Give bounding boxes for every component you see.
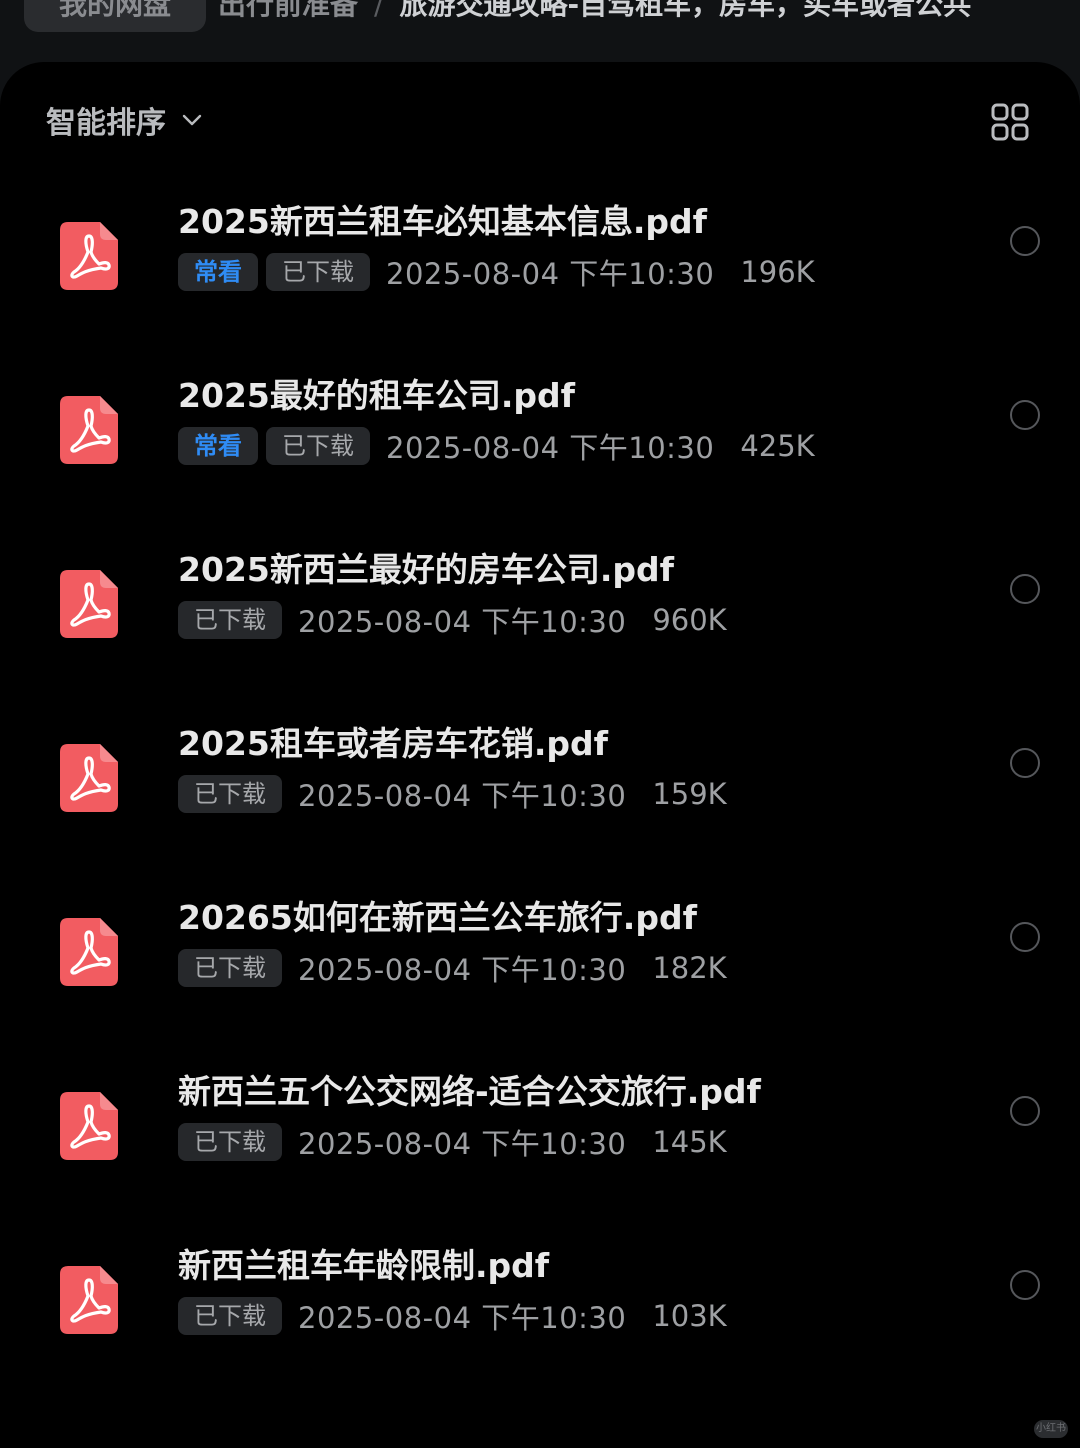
file-row[interactable]: 2025新西兰租车必知基本信息.pdf 常看 已下载 2025-08-04 下午… xyxy=(0,188,1080,362)
watermark: 小红书 xyxy=(1034,1420,1068,1438)
file-row[interactable]: 新西兰租车年龄限制.pdf 已下载 2025-08-04 下午10:30 103… xyxy=(0,1232,1080,1406)
pdf-icon xyxy=(60,1092,118,1160)
breadcrumb-root[interactable]: 我的网盘 xyxy=(24,0,206,32)
file-name: 20265如何在新西兰公车旅行.pdf xyxy=(178,898,697,937)
file-size: 425K xyxy=(740,429,815,463)
downloaded-tag: 已下载 xyxy=(178,775,282,813)
file-size: 182K xyxy=(652,951,727,985)
file-date: 2025-08-04 下午10:30 xyxy=(298,605,627,639)
pdf-icon xyxy=(60,396,118,464)
radio-circle-icon[interactable] xyxy=(1010,574,1040,604)
file-name: 2025新西兰最好的房车公司.pdf xyxy=(178,550,674,589)
downloaded-tag: 已下载 xyxy=(178,1297,282,1335)
downloaded-tag: 已下载 xyxy=(178,601,282,639)
file-meta: 常看 已下载 2025-08-04 下午10:30 196K xyxy=(178,252,815,292)
radio-circle-icon[interactable] xyxy=(1010,748,1040,778)
file-size: 196K xyxy=(740,255,815,289)
file-row[interactable]: 20265如何在新西兰公车旅行.pdf 已下载 2025-08-04 下午10:… xyxy=(0,884,1080,1058)
file-date: 2025-08-04 下午10:30 xyxy=(298,953,627,987)
file-date: 2025-08-04 下午10:30 xyxy=(386,257,715,291)
frequent-tag: 常看 xyxy=(178,253,258,291)
breadcrumb-middle[interactable]: 出行前准备 xyxy=(218,0,358,21)
file-meta: 已下载 2025-08-04 下午10:30 145K xyxy=(178,1122,727,1162)
pdf-icon xyxy=(60,918,118,986)
sort-dropdown[interactable]: 智能排序 xyxy=(46,98,204,142)
file-meta: 常看 已下载 2025-08-04 下午10:30 425K xyxy=(178,426,815,466)
file-name: 2025新西兰租车必知基本信息.pdf xyxy=(178,202,707,241)
downloaded-tag: 已下载 xyxy=(178,949,282,987)
breadcrumb-path: 出行前准备 / 旅游交通攻略-自驾租车，房车，买车或者公共 xyxy=(218,0,971,22)
radio-circle-icon[interactable] xyxy=(1010,922,1040,952)
file-date: 2025-08-04 下午10:30 xyxy=(298,779,627,813)
breadcrumb-separator: / xyxy=(374,0,384,21)
file-size: 960K xyxy=(652,603,727,637)
file-name: 2025最好的租车公司.pdf xyxy=(178,376,575,415)
downloaded-tag: 已下载 xyxy=(266,253,370,291)
file-meta: 已下载 2025-08-04 下午10:30 960K xyxy=(178,600,727,640)
pdf-icon xyxy=(60,570,118,638)
file-row[interactable]: 2025最好的租车公司.pdf 常看 已下载 2025-08-04 下午10:3… xyxy=(0,362,1080,536)
file-meta: 已下载 2025-08-04 下午10:30 103K xyxy=(178,1296,727,1336)
file-meta: 已下载 2025-08-04 下午10:30 159K xyxy=(178,774,727,814)
pdf-icon xyxy=(60,1266,118,1334)
file-meta: 已下载 2025-08-04 下午10:30 182K xyxy=(178,948,727,988)
pdf-icon xyxy=(60,744,118,812)
file-name: 新西兰五个公交网络-适合公交旅行.pdf xyxy=(178,1072,761,1111)
grid-view-icon[interactable] xyxy=(990,102,1030,142)
breadcrumb-current: 旅游交通攻略-自驾租车，房车，买车或者公共 xyxy=(399,0,972,21)
sort-label: 智能排序 xyxy=(46,106,166,141)
radio-circle-icon[interactable] xyxy=(1010,1270,1040,1300)
breadcrumb: 我的网盘 出行前准备 / 旅游交通攻略-自驾租车，房车，买车或者公共 xyxy=(0,0,1080,62)
file-row[interactable]: 2025租车或者房车花销.pdf 已下载 2025-08-04 下午10:30 … xyxy=(0,710,1080,884)
downloaded-tag: 已下载 xyxy=(266,427,370,465)
file-date: 2025-08-04 下午10:30 xyxy=(298,1127,627,1161)
radio-circle-icon[interactable] xyxy=(1010,226,1040,256)
file-size: 159K xyxy=(652,777,727,811)
file-row[interactable]: 2025新西兰最好的房车公司.pdf 已下载 2025-08-04 下午10:3… xyxy=(0,536,1080,710)
frequent-tag: 常看 xyxy=(178,427,258,465)
file-date: 2025-08-04 下午10:30 xyxy=(386,431,715,465)
file-name: 2025租车或者房车花销.pdf xyxy=(178,724,608,763)
chevron-down-icon xyxy=(182,114,202,126)
file-name: 新西兰租车年龄限制.pdf xyxy=(178,1246,550,1285)
pdf-icon xyxy=(60,222,118,290)
file-row[interactable]: 新西兰五个公交网络-适合公交旅行.pdf 已下载 2025-08-04 下午10… xyxy=(0,1058,1080,1232)
file-size: 103K xyxy=(652,1299,727,1333)
downloaded-tag: 已下载 xyxy=(178,1123,282,1161)
file-panel: 智能排序 2025新西兰租车必知基本信息.pdf 常看 已下载 2025-08-… xyxy=(0,62,1080,1448)
file-date: 2025-08-04 下午10:30 xyxy=(298,1301,627,1335)
radio-circle-icon[interactable] xyxy=(1010,400,1040,430)
file-size: 145K xyxy=(652,1125,727,1159)
radio-circle-icon[interactable] xyxy=(1010,1096,1040,1126)
